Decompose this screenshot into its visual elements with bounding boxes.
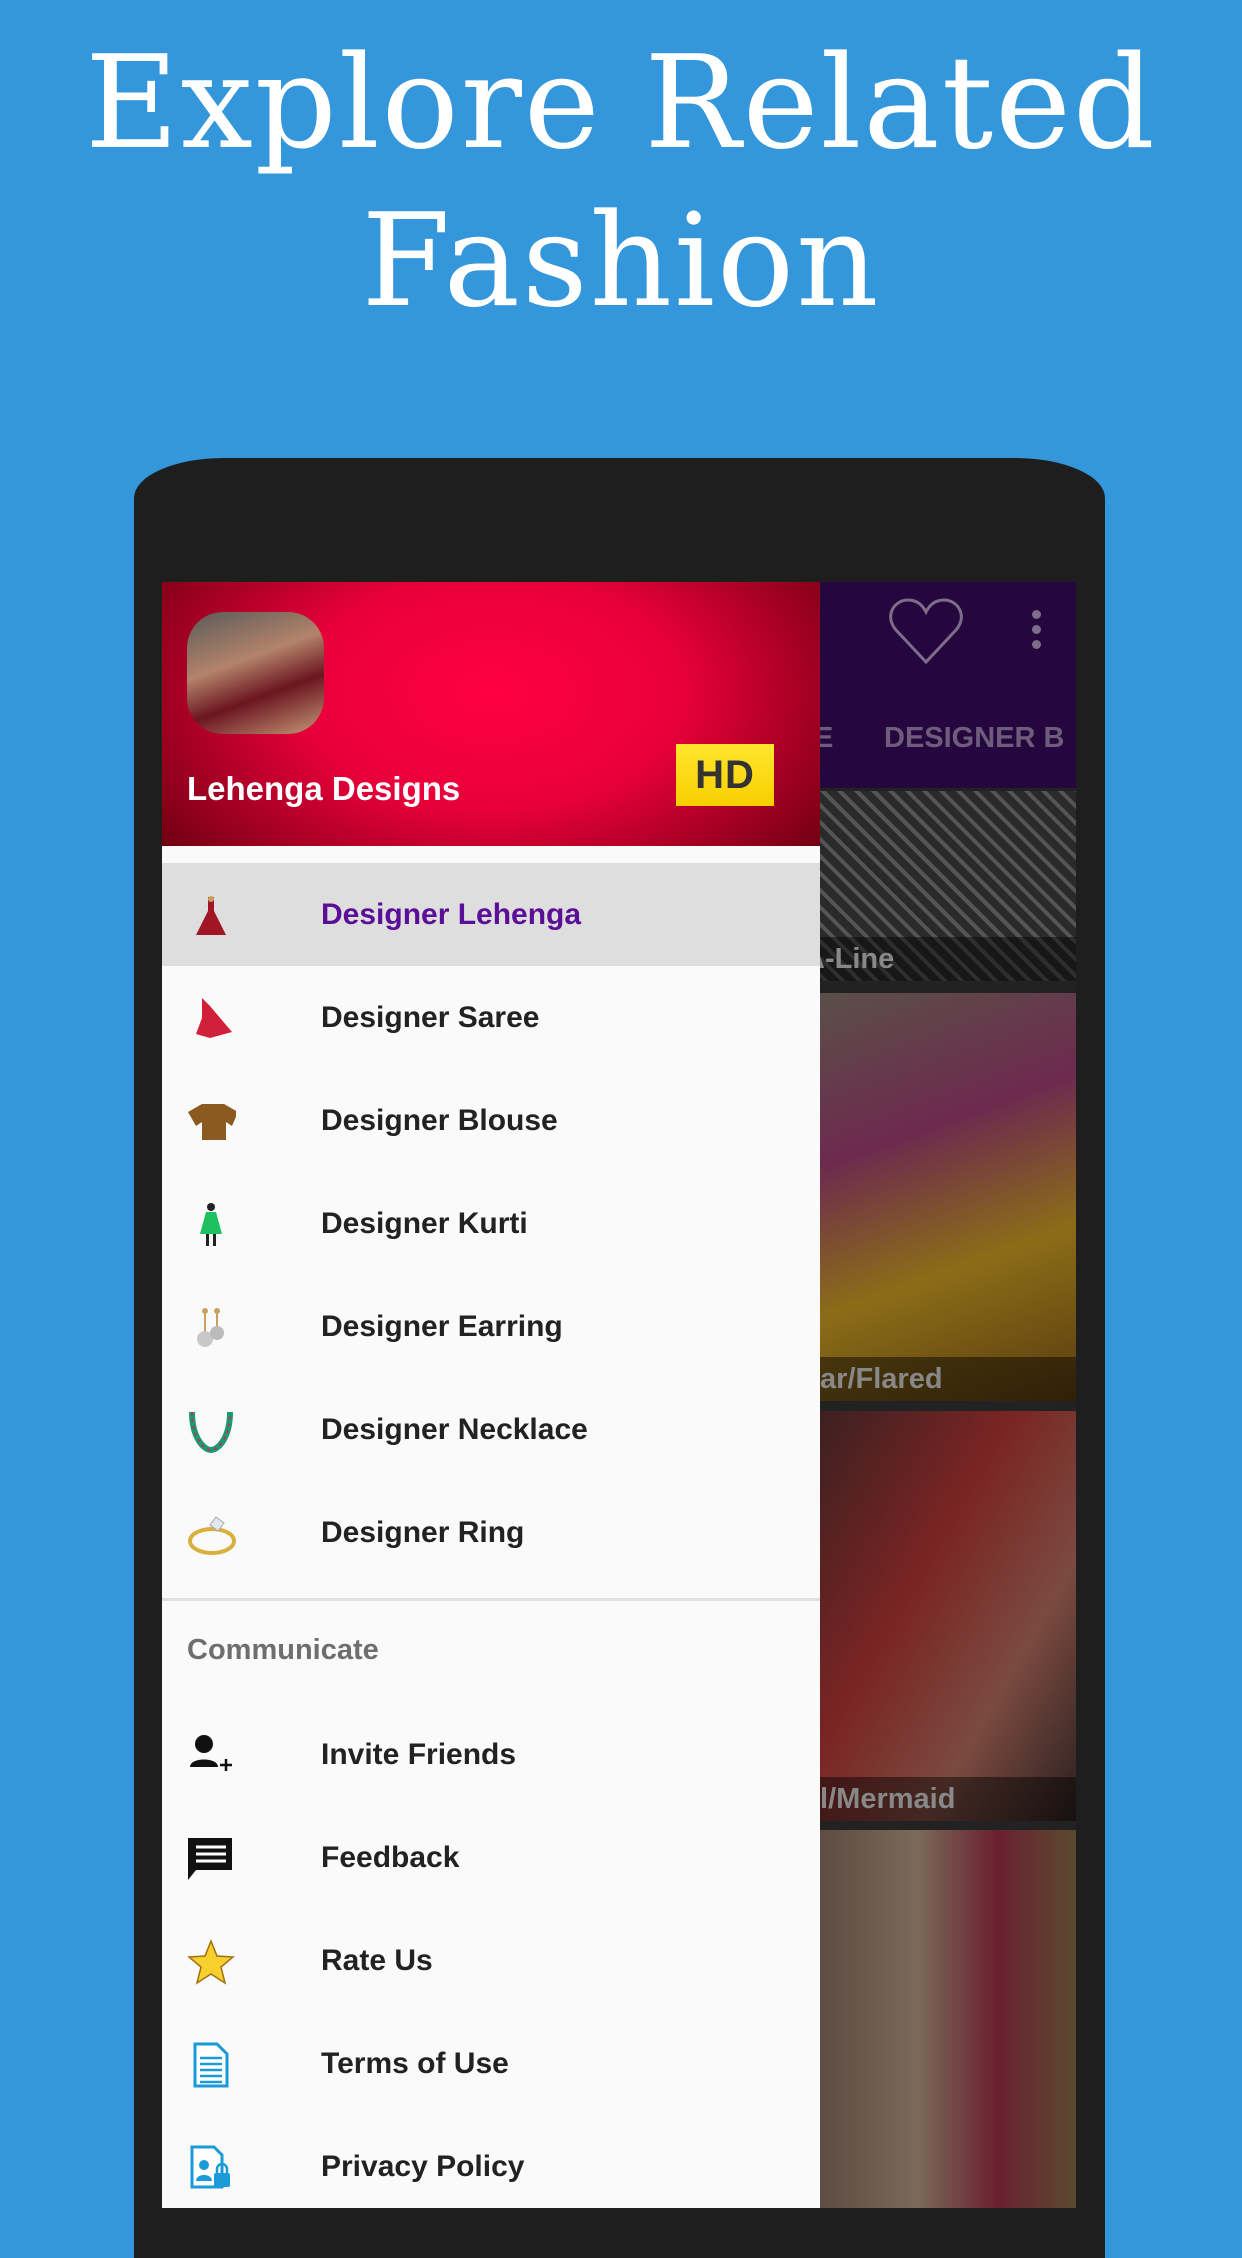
- nav-item-terms-of-use[interactable]: Terms of Use: [162, 2012, 820, 2115]
- divider: [162, 1598, 820, 1601]
- necklace-icon: [186, 1408, 236, 1454]
- tab-designer-b[interactable]: DESIGNER B: [884, 722, 1064, 755]
- ring-icon: [186, 1511, 236, 1557]
- nav-label: Designer Saree: [321, 1001, 540, 1034]
- nav-label: Designer Earring: [321, 1310, 563, 1343]
- nav-item-designer-ring[interactable]: Designer Ring: [162, 1481, 820, 1584]
- nav-item-invite-friends[interactable]: Invite Friends: [162, 1703, 820, 1806]
- saree-icon: [186, 996, 236, 1042]
- add-person-icon: [186, 1733, 236, 1779]
- nav-label: Privacy Policy: [321, 2150, 525, 2183]
- privacy-icon: [186, 2145, 236, 2191]
- headline-line-2: Fashion: [361, 187, 881, 336]
- app-logo: [187, 612, 324, 734]
- nav-label: Designer Kurti: [321, 1207, 528, 1240]
- more-vert-icon[interactable]: [1032, 610, 1042, 655]
- nav-label: Terms of Use: [321, 2047, 509, 2080]
- section-header-communicate: Communicate: [187, 1634, 379, 1666]
- grid-tile[interactable]: il/Mermaid: [812, 1411, 1076, 1821]
- earring-icon: [186, 1305, 236, 1351]
- headline-line-1: Explore Related: [85, 29, 1157, 178]
- document-icon: [186, 2042, 236, 2088]
- drawer-title: Lehenga Designs: [187, 770, 461, 807]
- nav-item-designer-necklace[interactable]: Designer Necklace: [162, 1378, 820, 1481]
- grid-tile[interactable]: A-Line: [812, 791, 1076, 981]
- navigation-drawer: Lehenga Designs HD Designer Lehenga Desi…: [162, 582, 820, 2208]
- tile-label: lar/Flared: [812, 1357, 1076, 1401]
- nav-item-designer-earring[interactable]: Designer Earring: [162, 1275, 820, 1378]
- nav-item-rate-us[interactable]: Rate Us: [162, 1909, 820, 2012]
- nav-label: Designer Necklace: [321, 1413, 588, 1446]
- tile-label: il/Mermaid: [812, 1777, 1076, 1821]
- nav-item-designer-blouse[interactable]: Designer Blouse: [162, 1069, 820, 1172]
- nav-item-feedback[interactable]: Feedback: [162, 1806, 820, 1909]
- grid-tile[interactable]: [812, 1830, 1076, 2208]
- drawer-header: Lehenga Designs HD: [162, 582, 820, 846]
- hd-badge: HD: [676, 744, 774, 806]
- nav-label: Designer Lehenga: [321, 898, 582, 931]
- nav-label: Rate Us: [321, 1944, 433, 1977]
- heart-icon[interactable]: [888, 596, 964, 666]
- blouse-icon: [186, 1099, 236, 1145]
- tile-label: A-Line: [812, 937, 1076, 981]
- nav-label: Designer Blouse: [321, 1104, 558, 1137]
- nav-label: Designer Ring: [321, 1516, 525, 1549]
- nav-item-designer-saree[interactable]: Designer Saree: [162, 966, 820, 1069]
- kurti-icon: [186, 1202, 236, 1248]
- nav-item-designer-kurti[interactable]: Designer Kurti: [162, 1172, 820, 1275]
- nav-label: Feedback: [321, 1841, 460, 1874]
- grid-tile[interactable]: lar/Flared: [812, 993, 1076, 1401]
- feedback-icon: [186, 1836, 236, 1882]
- nav-item-designer-lehenga[interactable]: Designer Lehenga: [162, 863, 820, 966]
- lehenga-icon: [186, 893, 236, 939]
- app-screen: E DESIGNER B A-Line lar/Flared il/Mermai…: [162, 582, 1076, 2208]
- nav-label: Invite Friends: [321, 1738, 517, 1771]
- nav-item-privacy-policy[interactable]: Privacy Policy: [162, 2115, 820, 2208]
- star-icon: [186, 1939, 236, 1985]
